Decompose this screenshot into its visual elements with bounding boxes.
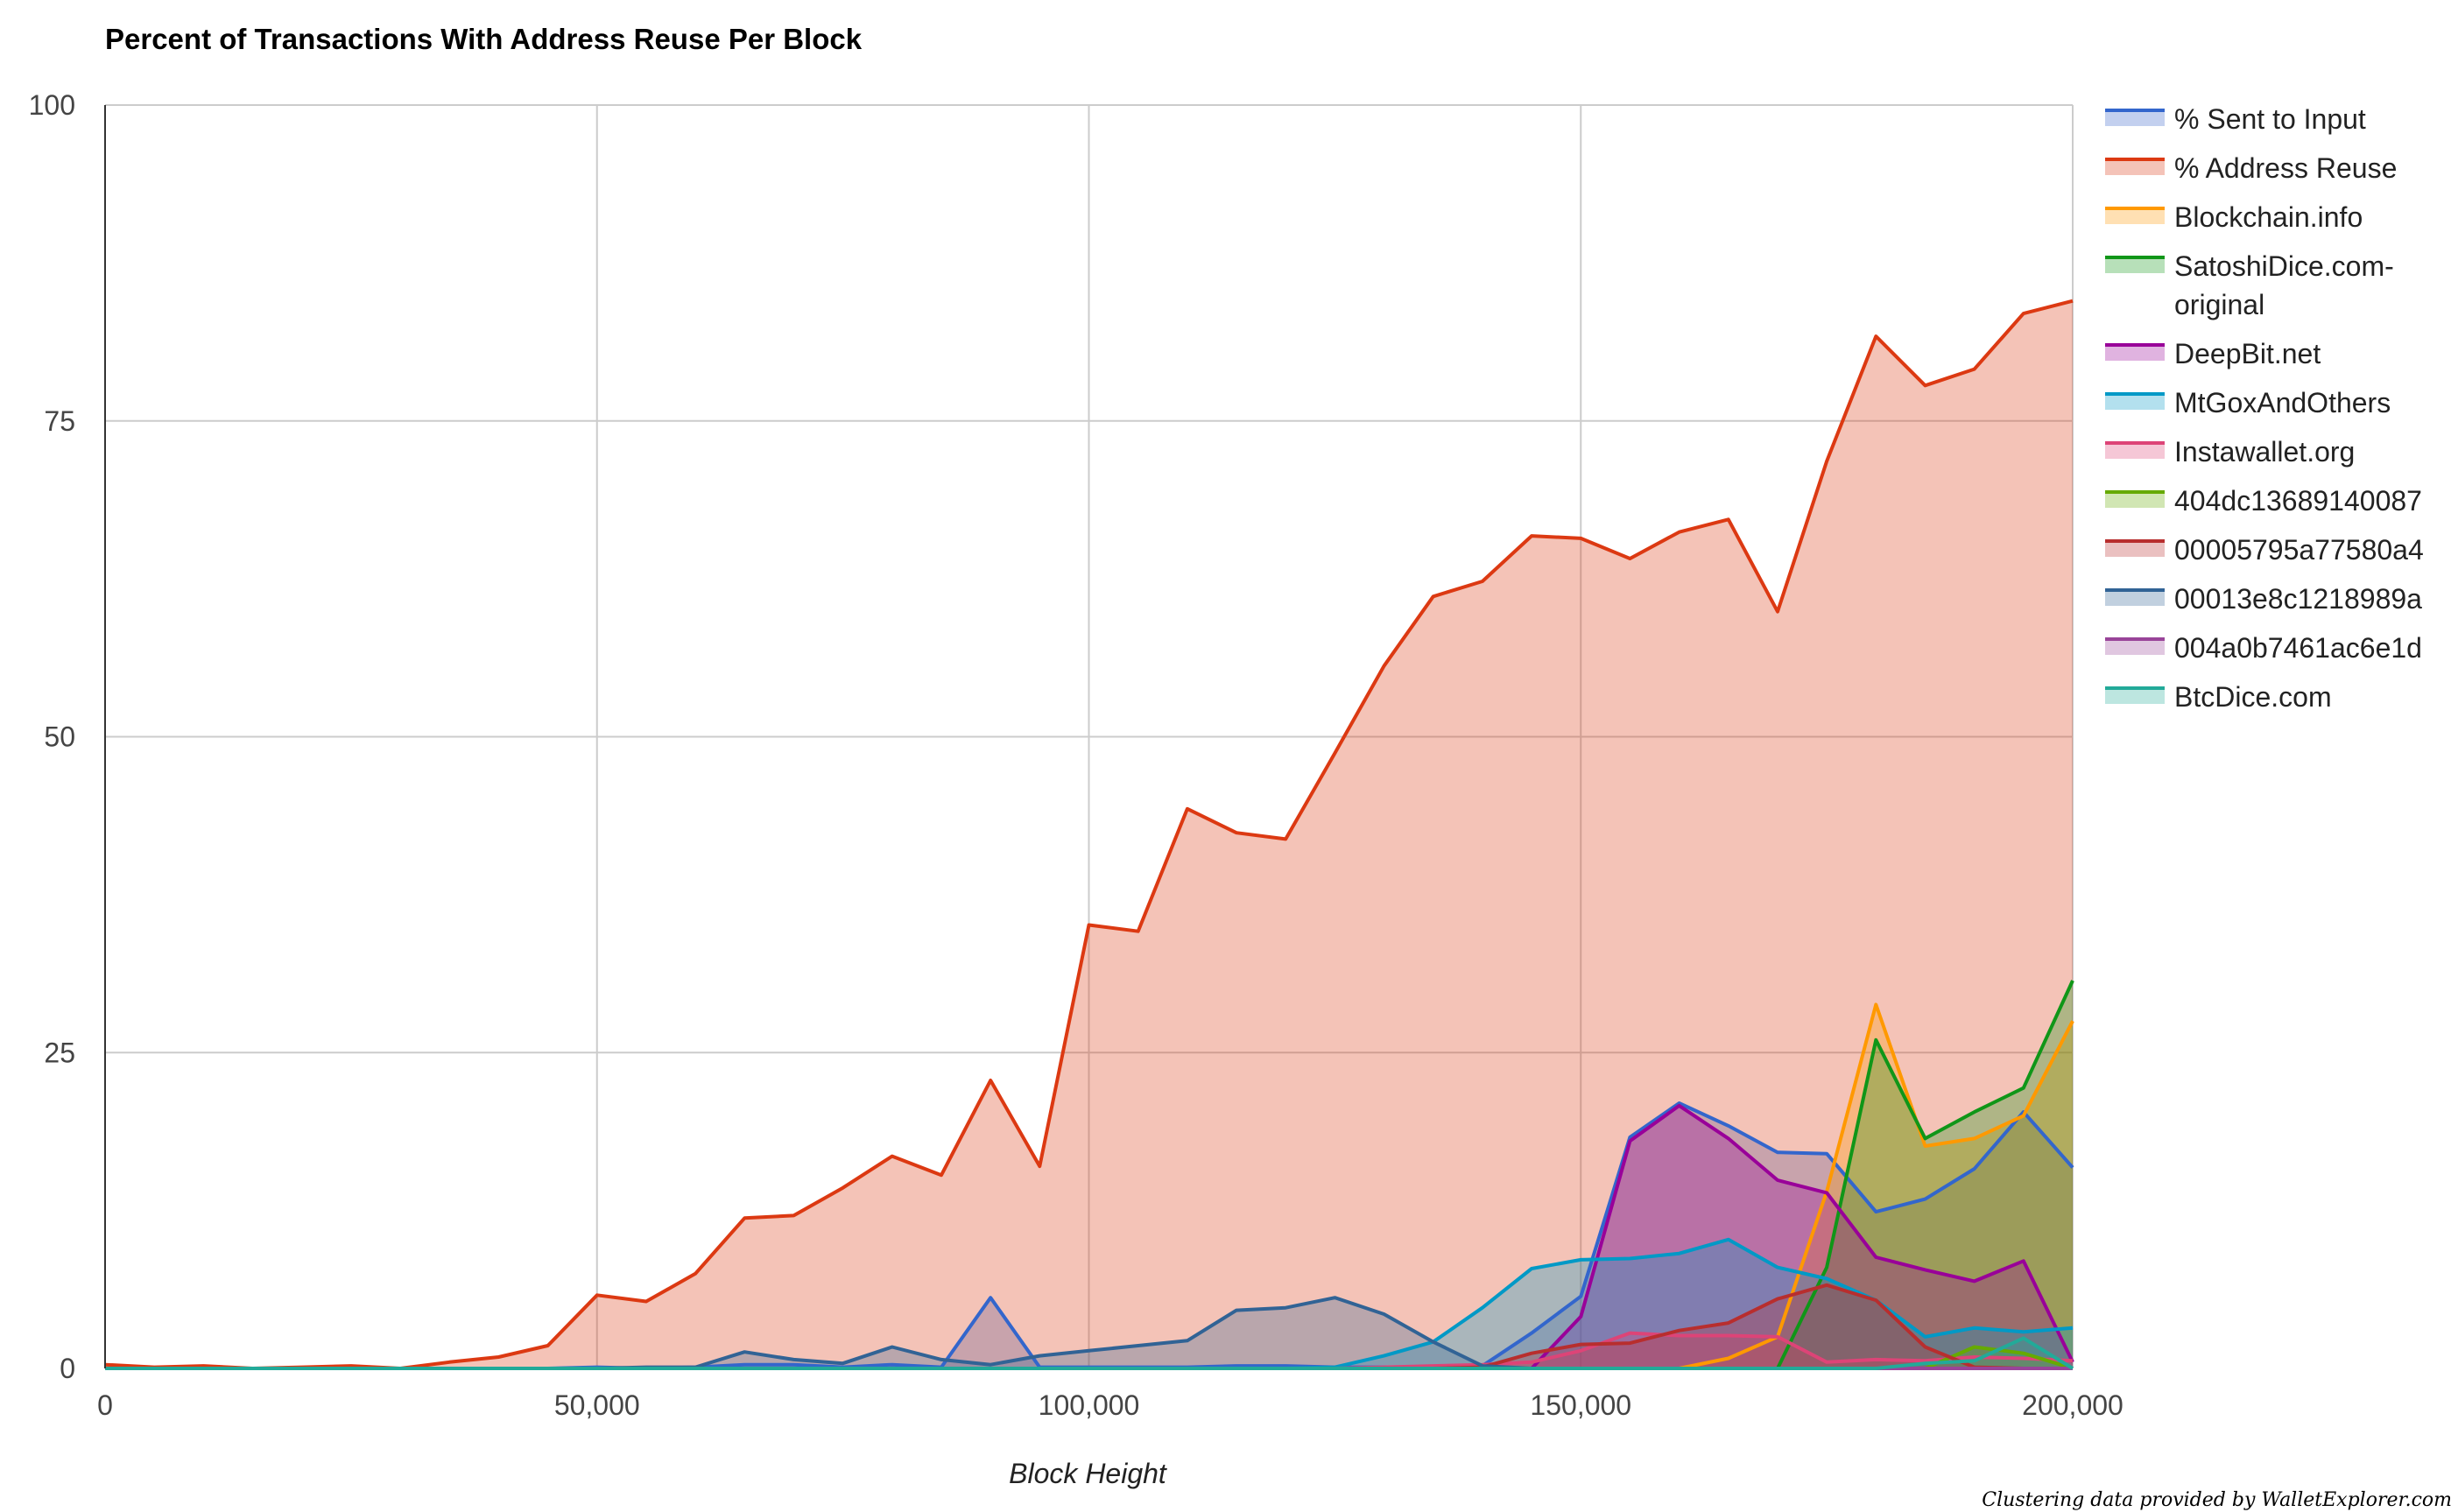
legend-swatch-line	[2105, 109, 2165, 112]
x-tick-label: 200,000	[2022, 1389, 2123, 1421]
legend-item[interactable]: SatoshiDice.com-original	[2105, 250, 2394, 320]
legend-item[interactable]: BtcDice.com	[2105, 681, 2332, 713]
legend-label: % Address Reuse	[2174, 152, 2397, 184]
x-tick-labels: 0 50,000 100,000 150,000 200,000	[97, 1389, 2123, 1421]
legend-swatch-fill	[2105, 639, 2165, 655]
legend-swatch-fill	[2105, 159, 2165, 175]
legend-label: SatoshiDice.com-original	[2174, 250, 2394, 320]
y-tick-label: 25	[44, 1037, 75, 1068]
legend-label: MtGoxAndOthers	[2174, 387, 2391, 418]
legend-swatch-line	[2105, 637, 2165, 641]
x-tick-label: 0	[97, 1389, 113, 1421]
chart: Percent of Transactions With Address Reu…	[29, 23, 2452, 1511]
x-tick-label: 50,000	[554, 1389, 640, 1421]
credit-footnote: Clustering data provided by WalletExplor…	[1982, 1489, 2452, 1511]
legend-swatch-fill	[2105, 345, 2165, 361]
y-tick-label: 75	[44, 405, 75, 437]
legend-swatch-fill	[2105, 492, 2165, 508]
legend-label: Blockchain.info	[2174, 201, 2363, 233]
legend-swatch-line	[2105, 256, 2165, 259]
legend-label: 00013e8c1218989a	[2174, 583, 2422, 615]
legend-label: DeepBit.net	[2174, 338, 2321, 369]
chart-title: Percent of Transactions With Address Reu…	[105, 23, 863, 55]
legend-label: 00005795a77580a4	[2174, 534, 2424, 566]
legend-swatch-fill	[2105, 394, 2165, 410]
legend-item[interactable]: % Sent to Input	[2105, 103, 2366, 135]
legend-item[interactable]: 004a0b7461ac6e1d	[2105, 632, 2422, 664]
x-tick-label: 100,000	[1039, 1389, 1140, 1421]
legend-swatch-line	[2105, 490, 2165, 494]
legend-item[interactable]: DeepBit.net	[2105, 338, 2321, 369]
legend-swatch-fill	[2105, 110, 2165, 126]
legend-swatch-fill	[2105, 443, 2165, 459]
legend: % Sent to Input % Address Reuse Blockchain…	[2105, 103, 2424, 713]
legend-swatch-line	[2105, 207, 2165, 210]
legend-item[interactable]: % Address Reuse	[2105, 152, 2397, 184]
legend-swatch-fill	[2105, 208, 2165, 224]
legend-swatch-fill	[2105, 590, 2165, 606]
legend-swatch-line	[2105, 441, 2165, 445]
legend-label: % Sent to Input	[2174, 103, 2366, 135]
legend-item[interactable]: 00013e8c1218989a	[2105, 583, 2422, 615]
y-tick-label: 50	[44, 721, 75, 753]
legend-swatch-line	[2105, 686, 2165, 690]
legend-swatch-fill	[2105, 688, 2165, 704]
legend-swatch-line	[2105, 343, 2165, 347]
legend-item[interactable]: MtGoxAndOthers	[2105, 387, 2391, 418]
legend-swatch-line	[2105, 588, 2165, 592]
legend-label: 004a0b7461ac6e1d	[2174, 632, 2422, 664]
legend-swatch-line	[2105, 539, 2165, 543]
y-tick-labels: 0 25 50 75 100	[29, 89, 75, 1384]
legend-item[interactable]: Blockchain.info	[2105, 201, 2363, 233]
legend-swatch-fill	[2105, 541, 2165, 557]
legend-label: 404dc13689140087	[2174, 485, 2422, 517]
legend-swatch-line	[2105, 158, 2165, 161]
legend-swatch-fill	[2105, 257, 2165, 273]
x-tick-label: 150,000	[1530, 1389, 1631, 1421]
legend-item[interactable]: Instawallet.org	[2105, 436, 2355, 468]
legend-label: BtcDice.com	[2174, 681, 2332, 713]
legend-label: Instawallet.org	[2174, 436, 2355, 468]
x-axis-label: Block Height	[1009, 1458, 1167, 1489]
legend-item[interactable]: 404dc13689140087	[2105, 485, 2422, 517]
legend-item[interactable]: 00005795a77580a4	[2105, 534, 2424, 566]
y-tick-label: 100	[29, 89, 75, 121]
y-tick-label: 0	[60, 1353, 75, 1384]
legend-swatch-line	[2105, 392, 2165, 396]
